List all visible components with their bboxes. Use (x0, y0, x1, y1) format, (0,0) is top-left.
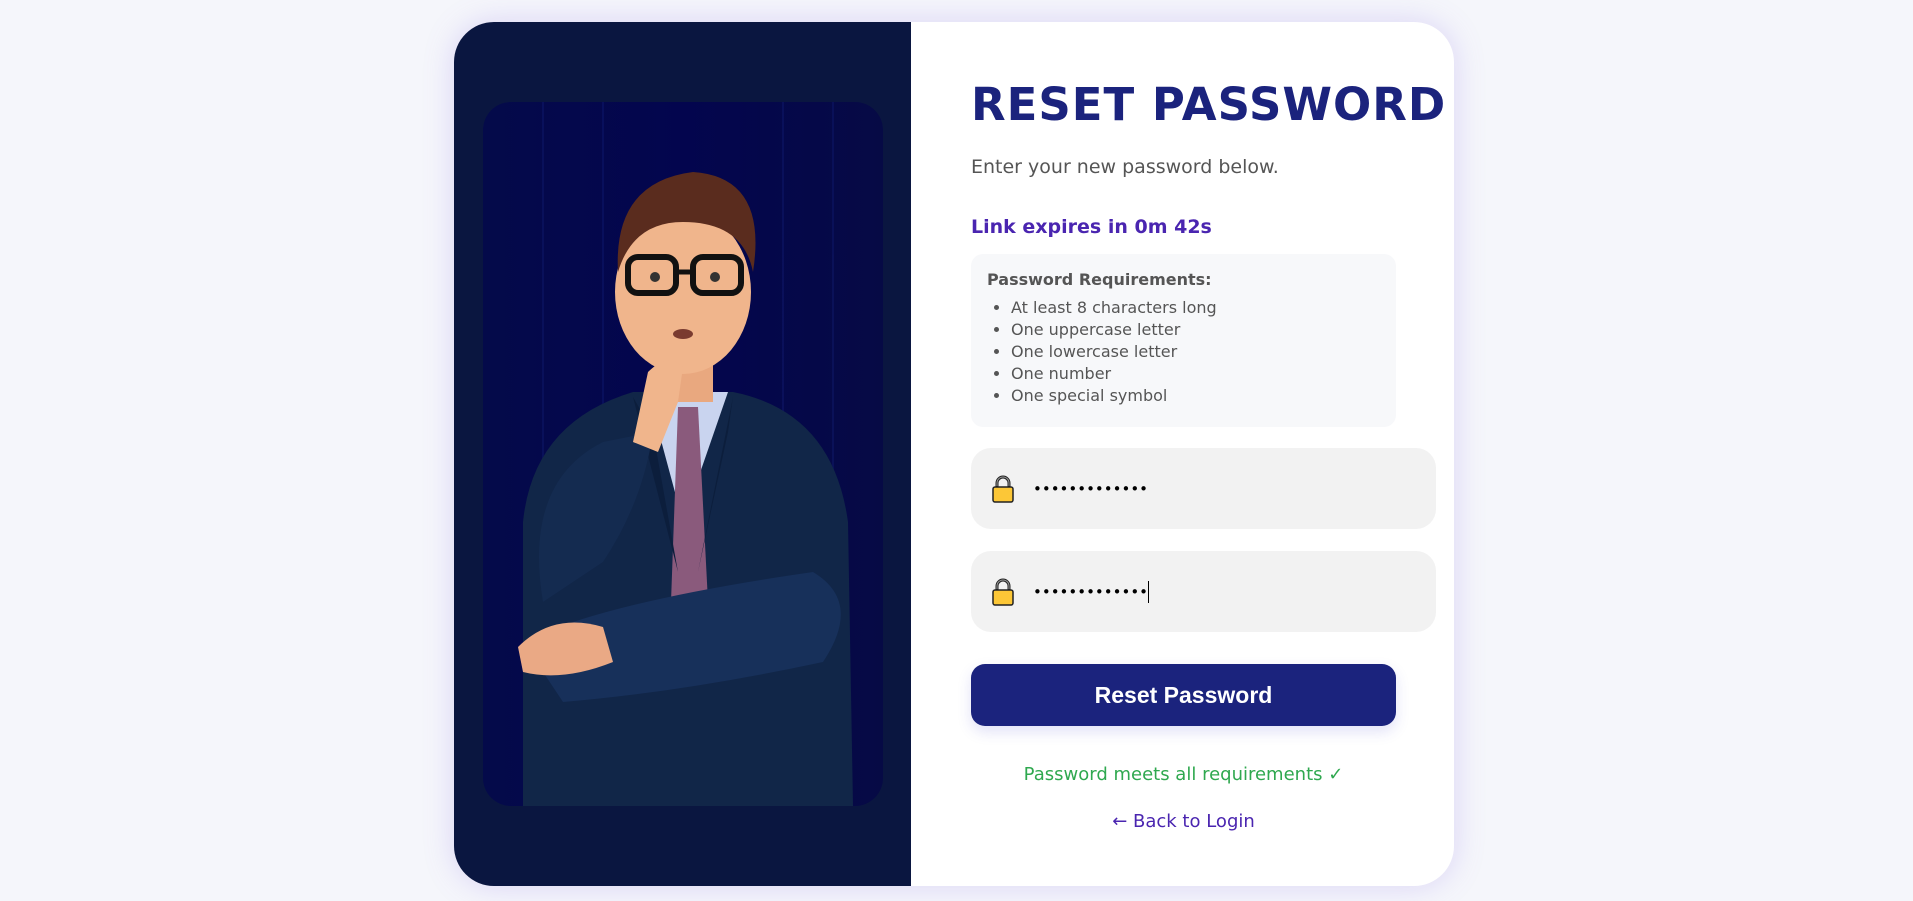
requirement-item: At least 8 characters long (1011, 297, 1380, 319)
subtitle: Enter your new password below. (971, 156, 1279, 178)
lock-icon (992, 475, 1014, 503)
reset-password-card: RESET PASSWORD Enter your new password b… (454, 22, 1454, 886)
confirm-password-value: ••••••••••••• (1033, 582, 1149, 601)
requirements-heading: Password Requirements: (987, 270, 1212, 289)
requirement-item: One uppercase letter (1011, 319, 1380, 341)
password-requirements-box: Password Requirements: At least 8 charac… (971, 254, 1396, 427)
thinking-businessman-illustration (483, 102, 883, 806)
page-title: RESET PASSWORD (971, 78, 1447, 131)
requirement-item: One lowercase letter (1011, 341, 1380, 363)
link-expiry-timer: Link expires in 0m 42s (971, 216, 1212, 238)
new-password-value: ••••••••••••• (1033, 479, 1149, 498)
text-caret (1148, 580, 1150, 603)
back-to-login-link[interactable]: ← Back to Login (971, 811, 1396, 832)
requirement-item: One number (1011, 363, 1380, 385)
confirm-password-input[interactable]: ••••••••••••• (971, 551, 1436, 632)
password-status-message: Password meets all requirements ✓ (1023, 764, 1344, 785)
new-password-input[interactable]: ••••••••••••• (971, 448, 1436, 529)
illustration-panel (454, 22, 911, 886)
requirements-list: At least 8 characters long One uppercase… (987, 297, 1380, 407)
reset-password-button[interactable]: Reset Password (971, 664, 1396, 726)
lock-icon (992, 578, 1014, 606)
requirement-item: One special symbol (1011, 385, 1380, 407)
